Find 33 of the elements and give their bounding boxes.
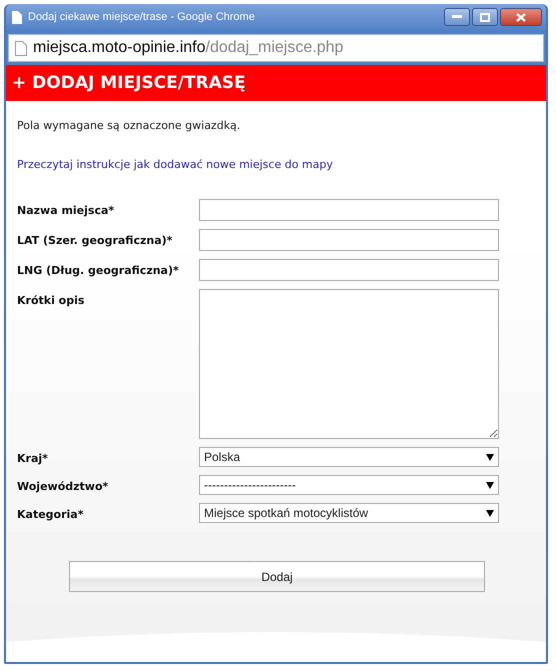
instructions-link[interactable]: Przeczytaj instrukcje jak dodawać nowe miejsce do mapy (17, 158, 333, 171)
select-field[interactable]: ----------------------- (199, 475, 499, 495)
page-title: + DODAJ MIEJSCE/TRASĘ (12, 73, 246, 93)
close-button[interactable] (500, 8, 542, 26)
window-title: Dodaj ciekawe miejsce/trase - Google Chrome (28, 11, 256, 23)
url-host: miejsca.moto-opinie.info (33, 39, 206, 57)
maximize-icon (480, 12, 490, 22)
dropdown-arrow-icon (486, 510, 494, 516)
submit-button[interactable]: Dodaj (69, 561, 485, 592)
text-field[interactable] (199, 229, 499, 251)
field-label: Kraj* (17, 451, 48, 465)
field-label: LNG (Dług. geograficzna)* (17, 263, 179, 277)
field-label: Województwo* (17, 479, 108, 493)
page-icon (15, 40, 27, 56)
text-field[interactable] (199, 199, 499, 221)
field-label: LAT (Szer. geograficzna)* (17, 233, 172, 247)
close-icon (516, 12, 526, 22)
description-field[interactable] (199, 289, 499, 439)
address-bar[interactable]: miejsca.moto-opinie.info/dodaj_miejsce.php (8, 34, 544, 62)
page-icon (12, 10, 22, 24)
dropdown-arrow-icon (486, 454, 494, 460)
minimize-icon (452, 15, 462, 19)
select-field[interactable]: Polska (199, 447, 499, 467)
dropdown-arrow-icon (486, 482, 494, 488)
minimize-button[interactable] (444, 8, 470, 26)
maximize-button[interactable] (472, 8, 498, 26)
field-label: Kategoria* (17, 507, 84, 521)
select-field[interactable]: Miejsce spotkań motocyklistów (199, 503, 499, 523)
field-label: Nazwa miejsca* (17, 203, 114, 217)
text-field[interactable] (199, 259, 499, 281)
url-path: /dodaj_miejsce.php (206, 39, 344, 57)
field-label: Krótki opis (17, 293, 84, 307)
intro-text: Pola wymagane są oznaczone gwiazdką. (17, 119, 242, 132)
